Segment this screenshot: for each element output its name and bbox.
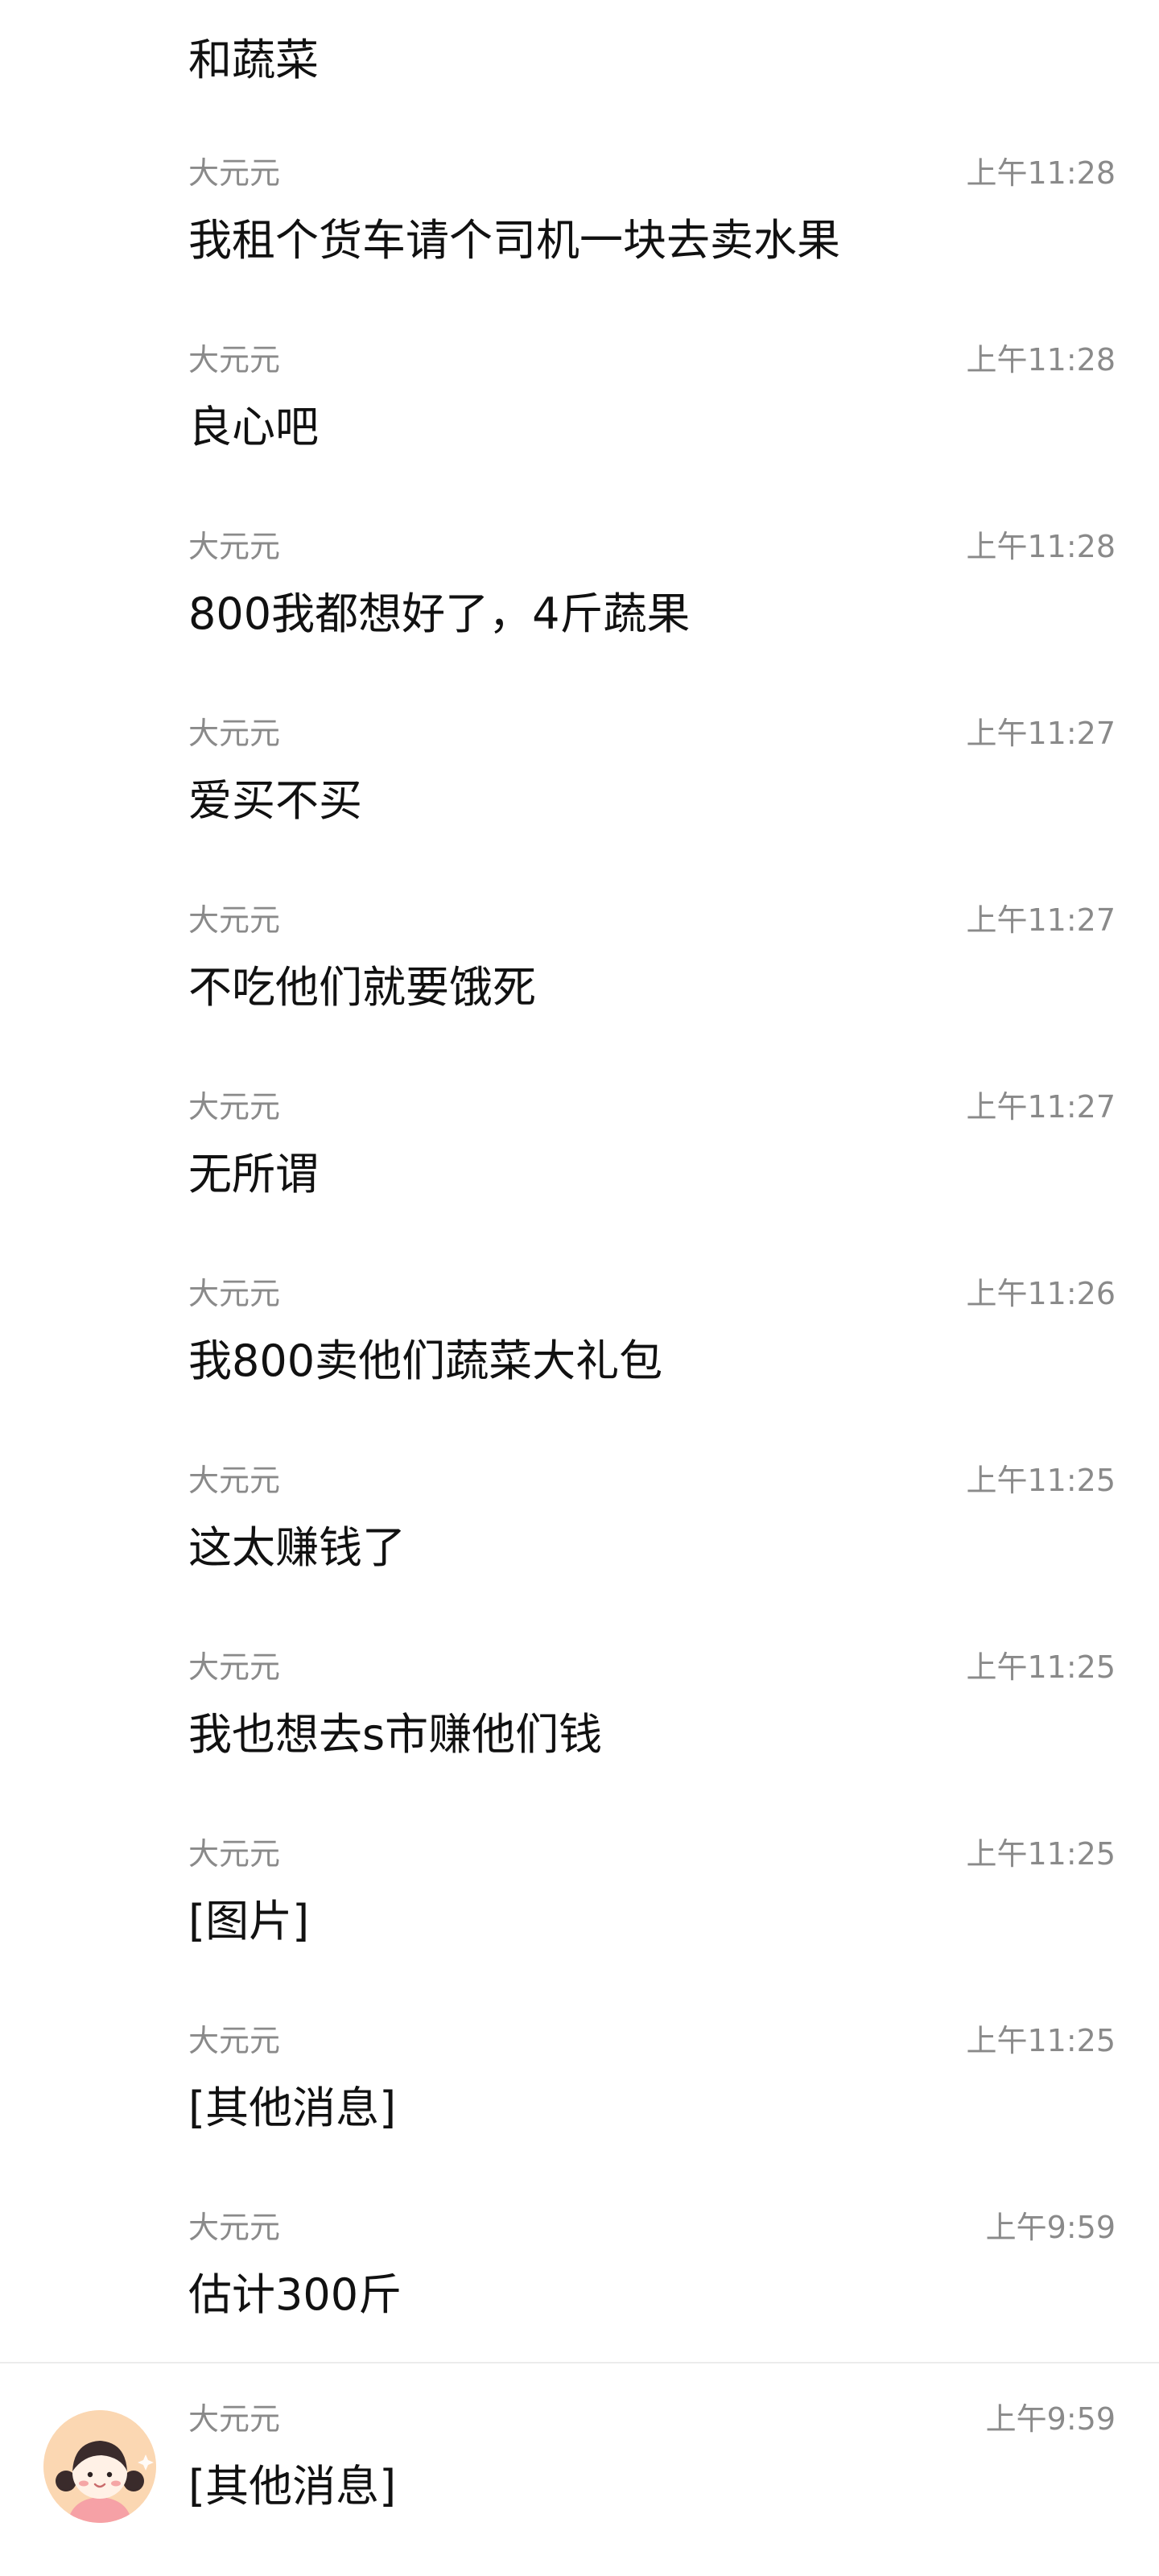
message-text: 良心吧 [188,402,319,452]
sender-name: 大元元 [188,1463,281,1498]
message-time: 上午11:28 [966,342,1116,378]
sender-name: 大元元 [188,529,281,564]
message-text: 不吃他们就要饿死 [188,962,536,1013]
message-text: 估计300斤 [188,2269,402,2320]
message-time: 上午9:59 [985,2210,1116,2245]
sender-name: 大元元 [188,716,281,751]
sender-name: 大元元 [188,342,281,378]
message-time: 上午11:25 [966,2023,1116,2058]
sender-name: 大元元 [188,1836,281,1872]
sender-name: 大元元 [188,2210,281,2245]
message-item[interactable]: 大元元 上午11:27 爱买不买 [0,713,1159,900]
message-text: 我也想去s市赚他们钱 [188,1709,603,1760]
message-text: [其他消息] [188,2083,397,2133]
message-text: [图片] [188,1896,310,1946]
message-text-continuation: 和蔬菜 [188,35,319,85]
message-time: 上午11:28 [966,529,1116,564]
sender-name: 大元元 [188,155,281,191]
message-time: 上午11:26 [966,1276,1116,1311]
sender-name: 大元元 [188,2023,281,2058]
message-time: 上午11:27 [966,716,1116,751]
message-item[interactable]: 大元元 上午11:26 我800卖他们蔬菜大礼包 [0,1274,1159,1460]
message-item[interactable]: 大元元 上午9:59 [其他消息] [0,2399,1159,2576]
sender-name: 大元元 [188,1276,281,1311]
message-item[interactable]: 大元元 上午11:27 无所谓 [0,1087,1159,1274]
message-time: 上午11:28 [966,155,1116,191]
sender-name: 大元元 [188,1089,281,1125]
message-item[interactable]: 大元元 上午11:28 良心吧 [0,340,1159,526]
message-item[interactable]: 大元元 上午11:25 [其他消息] [0,2021,1159,2207]
message-text: 800我都想好了，4斤蔬果 [188,588,691,639]
sender-name: 大元元 [188,1649,281,1685]
chat-history-page: 和蔬菜 大元元 上午11:28 我租个货车请个司机一块去卖水果 大元元 上午11… [0,0,1159,2576]
message-item[interactable]: 大元元 上午11:25 这太赚钱了 [0,1460,1159,1647]
message-time: 上午11:25 [966,1649,1116,1685]
message-divider [0,2362,1159,2363]
message-text: 爱买不买 [188,775,362,826]
message-item[interactable]: 大元元 上午9:59 估计300斤 [0,2207,1159,2394]
sender-name: 大元元 [188,902,281,938]
message-text: 我租个货车请个司机一块去卖水果 [188,215,840,266]
message-item[interactable]: 大元元 上午11:28 800我都想好了，4斤蔬果 [0,526,1159,713]
message-item[interactable]: 大元元 上午11:28 我租个货车请个司机一块去卖水果 [0,153,1159,340]
message-time: 上午9:59 [985,2401,1116,2437]
message-time: 上午11:27 [966,1089,1116,1125]
message-text: 我800卖他们蔬菜大礼包 [188,1335,663,1386]
sender-name: 大元元 [188,2401,281,2437]
message-item[interactable]: 大元元 上午11:25 [图片] [0,1834,1159,2021]
message-time: 上午11:27 [966,902,1116,938]
message-item[interactable]: 大元元 上午11:27 不吃他们就要饿死 [0,900,1159,1087]
message-item[interactable]: 大元元 上午11:25 我也想去s市赚他们钱 [0,1647,1159,1834]
message-text: [其他消息] [188,2461,397,2512]
message-text: 这太赚钱了 [188,1522,406,1573]
message-text: 无所谓 [188,1149,319,1199]
message-time: 上午11:25 [966,1463,1116,1498]
message-time: 上午11:25 [966,1836,1116,1872]
